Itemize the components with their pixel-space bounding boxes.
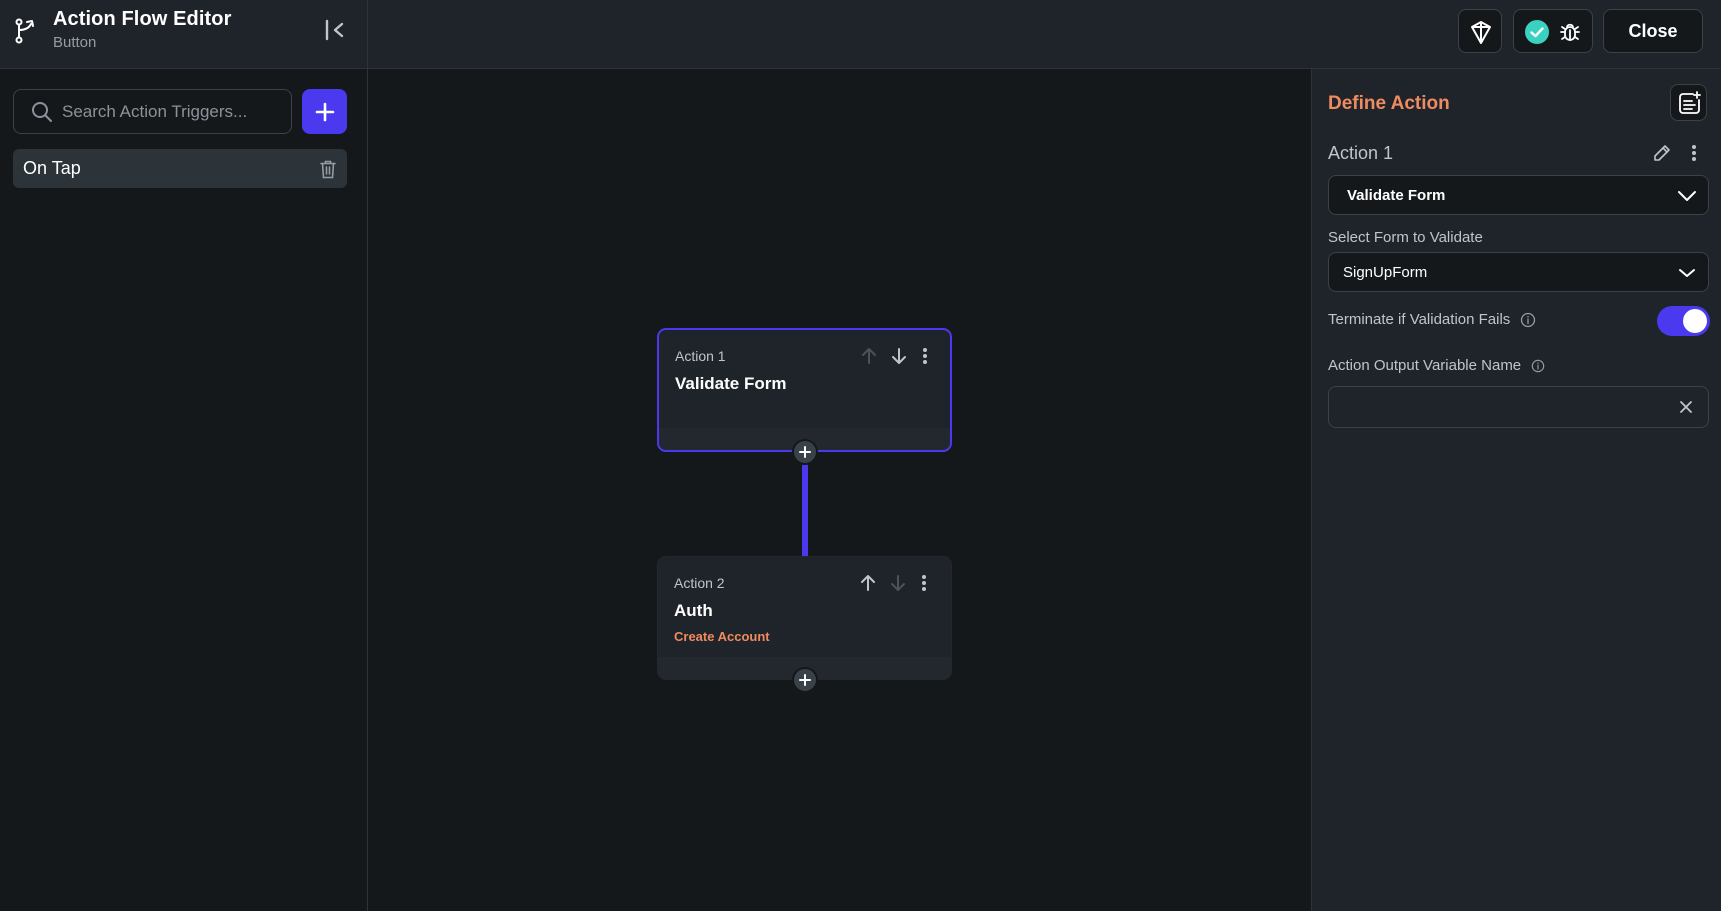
action-node-1[interactable]: Action 1 Validate Form xyxy=(657,328,952,452)
more-options-icon[interactable] xyxy=(1686,143,1702,163)
trigger-item-on-tap[interactable]: On Tap xyxy=(13,149,347,188)
action-node-2[interactable]: Action 2 Auth Create Account xyxy=(657,556,952,680)
node-label: Action 2 xyxy=(674,575,725,591)
node-subtitle: Create Account xyxy=(674,629,770,644)
close-icon[interactable] xyxy=(1678,399,1694,415)
app-subtitle: Button xyxy=(53,34,97,51)
panel-title: Define Action xyxy=(1328,93,1450,114)
form-select-dropdown[interactable]: SignUpForm xyxy=(1328,252,1709,292)
action-type-value: Validate Form xyxy=(1347,187,1446,204)
check-circle-icon xyxy=(1525,20,1549,44)
plus-icon xyxy=(799,446,811,458)
add-action-button[interactable] xyxy=(792,667,818,693)
terminate-label: Terminate if Validation Fails xyxy=(1328,311,1511,328)
ai-agent-button[interactable] xyxy=(1458,9,1502,53)
output-variable-input[interactable] xyxy=(1341,387,1671,427)
flow-branch-icon xyxy=(15,18,34,44)
flow-connector xyxy=(802,464,808,557)
move-down-icon[interactable] xyxy=(888,573,908,593)
close-button[interactable]: Close xyxy=(1603,9,1703,53)
add-action-button[interactable] xyxy=(792,439,818,465)
trigger-label: On Tap xyxy=(23,158,81,178)
edit-icon[interactable] xyxy=(1652,143,1672,163)
move-up-icon[interactable] xyxy=(858,573,878,593)
output-variable-field[interactable] xyxy=(1328,386,1709,428)
plus-icon xyxy=(315,102,334,121)
documentation-button[interactable] xyxy=(1670,84,1707,121)
terminate-toggle[interactable] xyxy=(1657,306,1710,336)
action-flow-editor: Action Flow Editor Button Close Search A… xyxy=(0,0,1721,911)
info-icon[interactable] xyxy=(1531,359,1545,373)
action-type-dropdown[interactable]: Validate Form xyxy=(1328,175,1709,215)
triggers-panel: On Tap xyxy=(0,69,368,911)
bug-icon xyxy=(1560,23,1580,41)
info-icon[interactable] xyxy=(1520,312,1536,328)
node-title: Auth xyxy=(674,601,713,620)
action-name: Action 1 xyxy=(1328,143,1394,163)
search-icon xyxy=(32,102,52,122)
form-select-value: SignUpForm xyxy=(1343,264,1428,281)
chevron-down-icon xyxy=(1678,191,1696,201)
app-title: Action Flow Editor xyxy=(53,8,232,30)
collapse-sidebar-icon[interactable] xyxy=(322,17,348,43)
terminate-label-row: Terminate if Validation Fails xyxy=(1328,311,1536,328)
node-title: Validate Form xyxy=(675,374,787,393)
output-variable-label: Action Output Variable Name xyxy=(1328,357,1522,374)
top-bar: Action Flow Editor Button Close xyxy=(0,0,1721,69)
toggle-knob xyxy=(1683,309,1707,333)
chevron-down-icon xyxy=(1679,269,1695,277)
output-label-row: Action Output Variable Name xyxy=(1328,357,1545,374)
more-options-icon[interactable] xyxy=(917,346,933,366)
node-label: Action 1 xyxy=(675,348,726,364)
more-options-icon[interactable] xyxy=(916,573,932,593)
trash-icon[interactable] xyxy=(319,159,337,179)
ai-sparkle-icon xyxy=(1471,21,1491,44)
define-action-panel: Define Action Action 1 Validate Form Sel… xyxy=(1311,69,1721,911)
trigger-search-box[interactable] xyxy=(13,89,292,134)
add-trigger-button[interactable] xyxy=(302,89,347,134)
search-input[interactable] xyxy=(62,90,284,133)
move-down-icon[interactable] xyxy=(889,346,909,366)
move-up-icon[interactable] xyxy=(859,346,879,366)
debug-toggle-button[interactable] xyxy=(1513,9,1593,53)
doc-add-icon xyxy=(1679,91,1701,114)
plus-icon xyxy=(799,674,811,686)
form-select-label: Select Form to Validate xyxy=(1328,229,1483,246)
flow-canvas[interactable]: Action 1 Validate Form Action 2 Auth Cre… xyxy=(368,69,1311,911)
header-title-area: Action Flow Editor Button xyxy=(0,0,368,69)
